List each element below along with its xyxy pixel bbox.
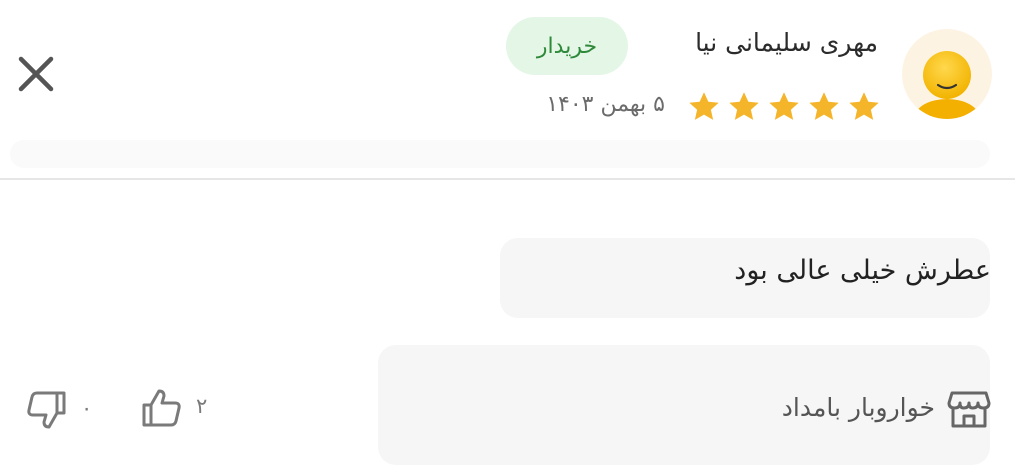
thumbs-down-icon[interactable] [24,388,68,432]
review-detail-sheet: مهری سلیمانی نیا خریدار ۵ بهمن ۱۴۰۳ عطرش… [0,0,1015,469]
dislike-count: ۰ [81,396,93,420]
divider [0,178,1015,180]
avatar [902,29,992,119]
buyer-badge: خریدار [506,17,628,75]
user-avatar-icon [915,51,979,119]
star-icon [849,92,879,120]
close-icon [18,56,54,92]
star-icon [809,92,839,120]
thumbs-up-icon[interactable] [140,386,184,430]
author-name: مهری سلیمانی نیا [695,28,878,57]
store-icon [947,391,991,428]
star-icon [729,92,759,120]
background-ghost-row [10,140,990,168]
rating-stars [686,89,882,125]
star-icon [689,92,719,120]
review-comment: عطرش خیلی عالی بود [734,255,991,286]
like-count: ۲ [196,394,208,418]
review-date: ۵ بهمن ۱۴۰۳ [546,92,665,117]
store-name: خواروبار بامداد [781,393,935,422]
close-button[interactable] [12,50,60,98]
star-icon [769,92,799,120]
